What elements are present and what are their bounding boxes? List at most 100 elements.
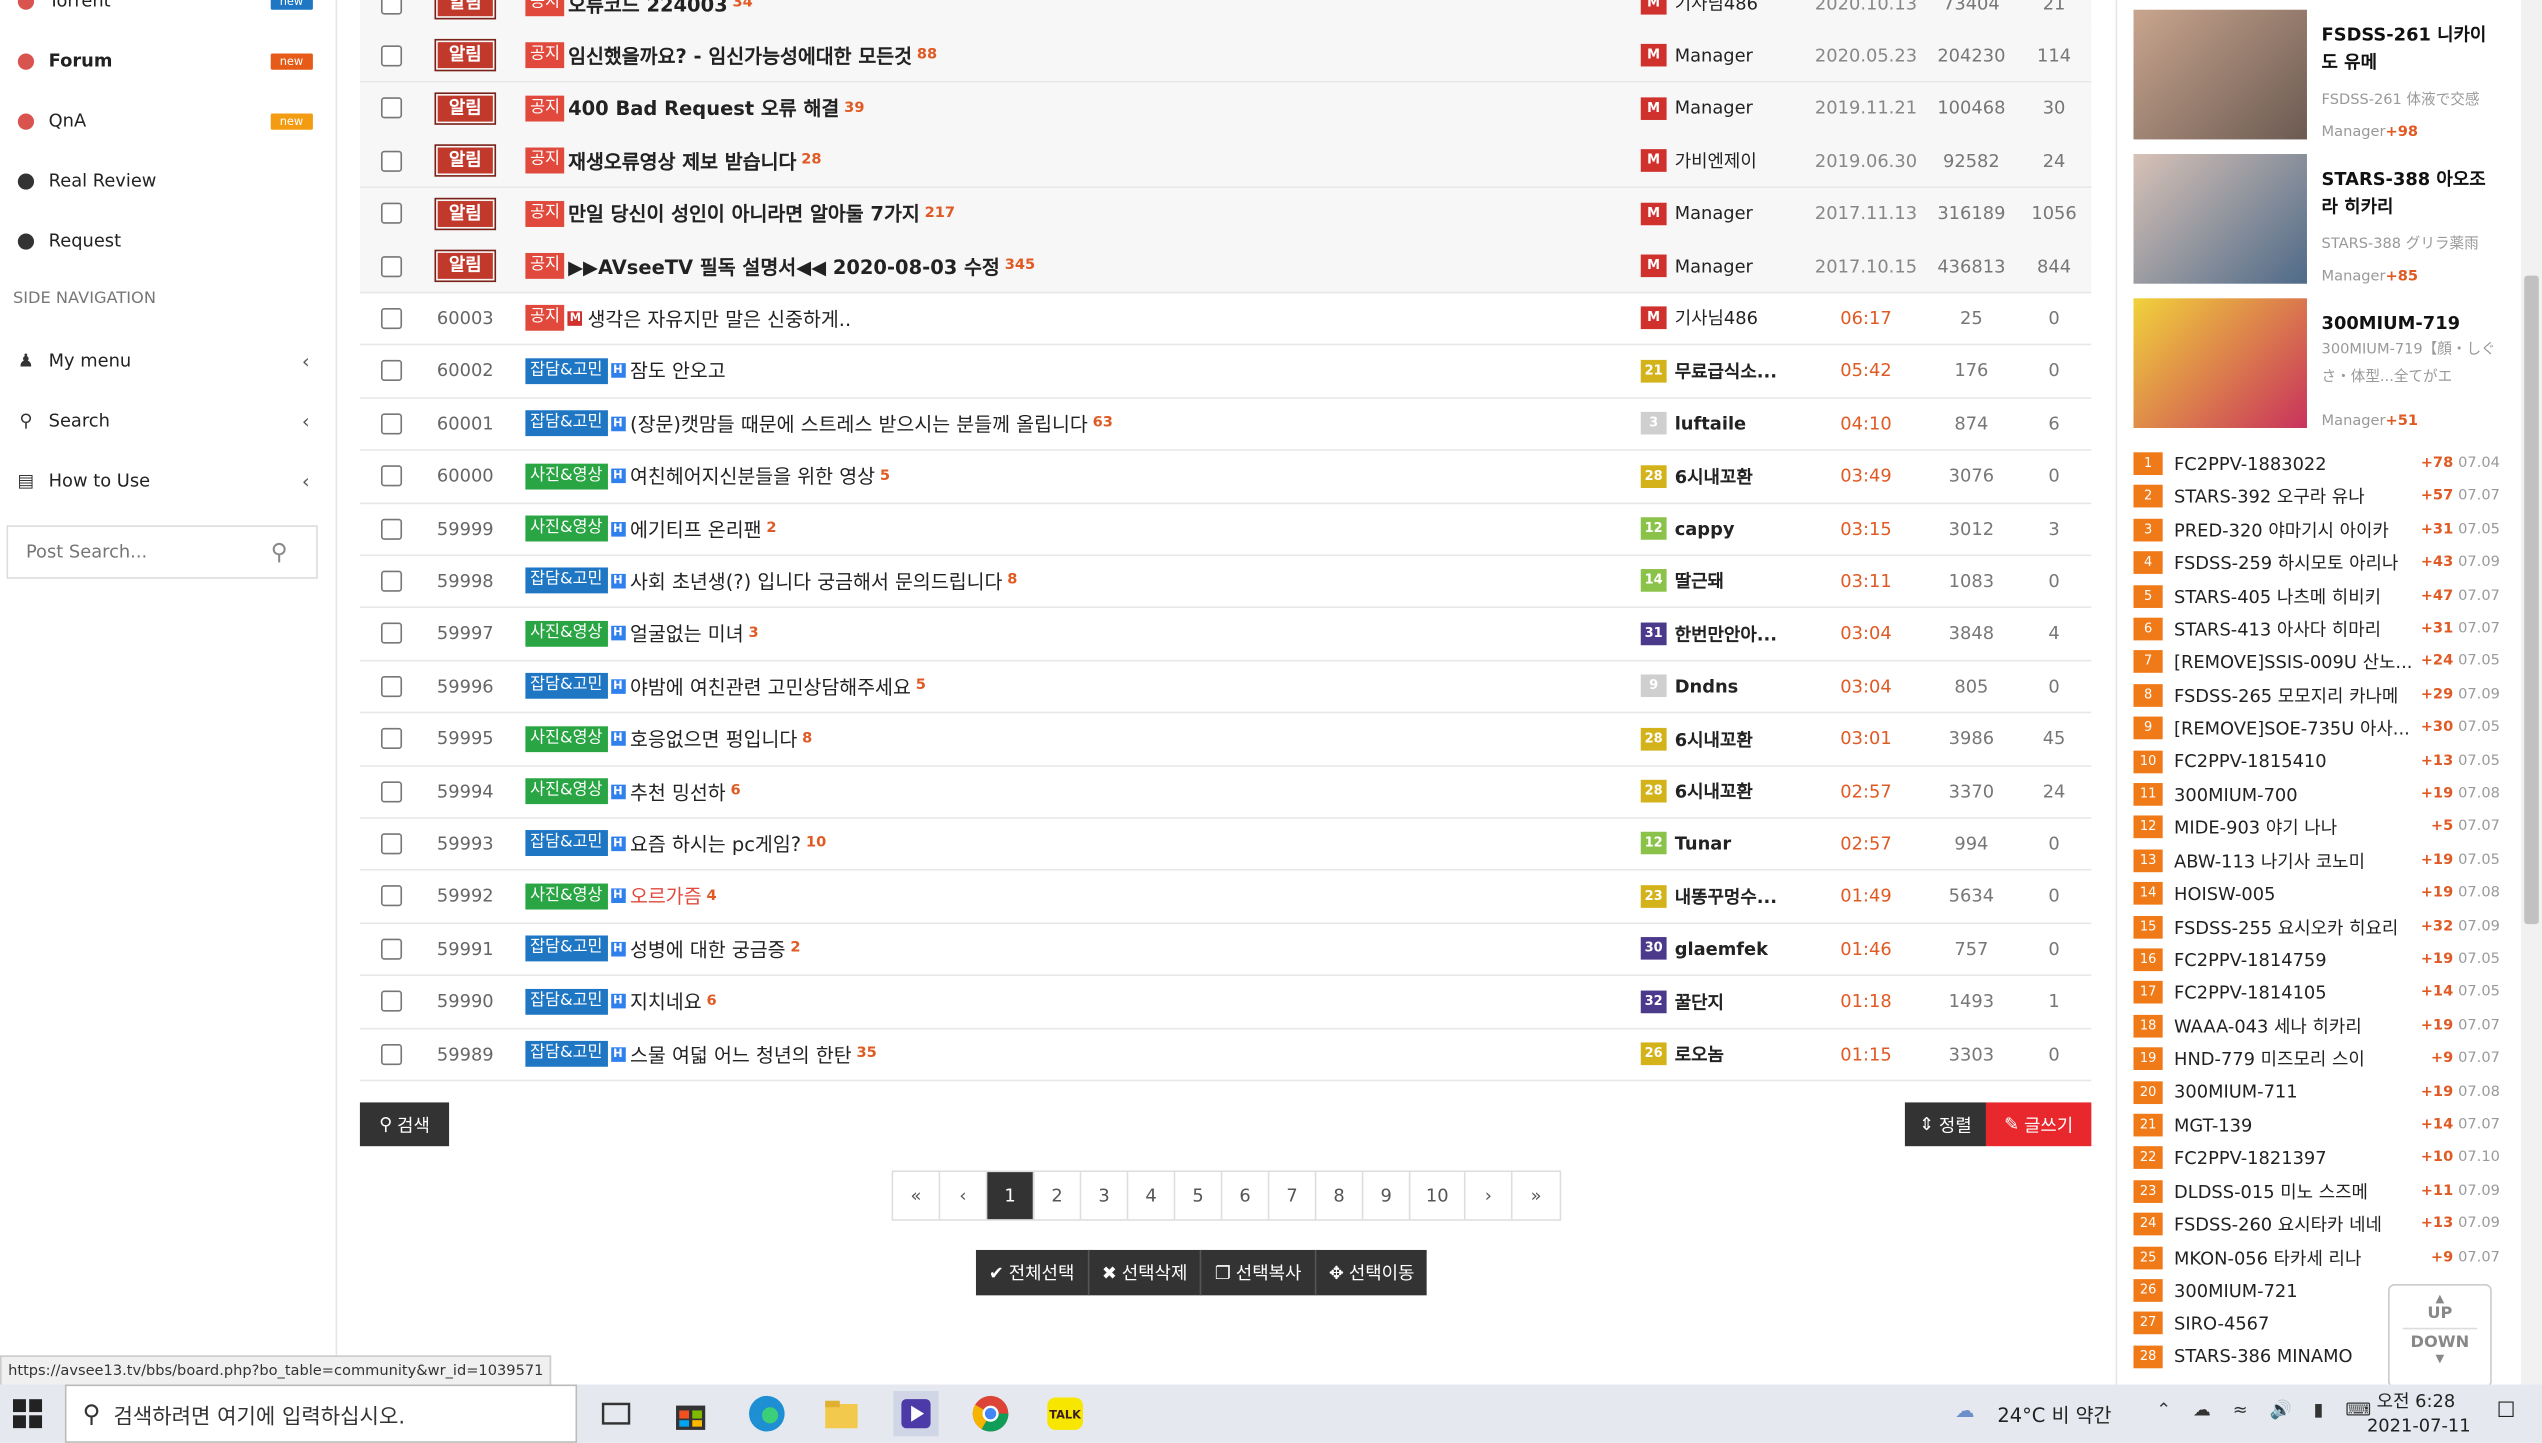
rank-title[interactable]: FC2PPV-1814105 [2174,982,2416,1003]
ranking-item[interactable]: 24 FSDSS-260 요시타카 네네 +13 07.09 [2133,1208,2500,1240]
weather-text[interactable]: 24°C 비 약간 [1997,1401,2111,1429]
post-subject[interactable]: 추천 밍선하 [630,777,726,805]
author[interactable]: M 가비엔제이 [1640,148,1811,174]
row-checkbox[interactable] [380,990,403,1012]
post-title[interactable]: 사진&영상 H 추천 밍선하 6 [525,777,1605,805]
row-checkbox[interactable] [380,780,403,802]
page-1-button[interactable]: 1 [987,1172,1035,1220]
taskbar-search-box[interactable]: ⚲ 검색하려면 여기에 입력하십시오. [64,1384,578,1443]
author[interactable]: M Manager [1640,201,1811,225]
post-title[interactable]: 잡담&고민 H 지치네요 6 [525,987,1605,1015]
select-all-button[interactable]: ✔ 전체선택 [976,1249,1089,1296]
row-checkbox[interactable] [380,570,403,592]
rank-title[interactable]: [REMOVE]SOE-735U 아사... [2174,715,2416,741]
page-7-button[interactable]: 7 [1269,1172,1317,1220]
side-nav-how-to-use[interactable]: ▤ How to Use ‹ [0,451,336,511]
table-row[interactable]: 60000 사진&영상 H 여친헤어지신분들을 위한 영상 5 28 6시내꼬환 03:49 3… [359,450,2092,504]
table-row[interactable]: 59998 잡담&고민 H 사회 초년생(?) 입니다 궁금해서 문의드립니다 8 14 딸… [359,555,2092,609]
author[interactable]: 28 6시내꼬환 [1640,726,1811,752]
post-title[interactable]: 공지 만일 당신이 성인이 아니라면 알아둘 7가지 217 [525,200,1605,228]
page-10-button[interactable]: 10 [1410,1172,1466,1220]
post-title[interactable]: 잡담&고민 H (장문)캣맘들 때문에 스트레스 받으시는 분들께 올립니다 63 [525,410,1605,438]
rank-title[interactable]: HND-779 미즈모리 스이 [2174,1046,2426,1072]
author[interactable]: 32 꿀단지 [1640,988,1811,1014]
ranking-item[interactable]: 13 ABW-113 나기사 코노미 +19 07.05 [2133,844,2500,876]
post-subject[interactable]: ▶▶AVseeTV 필독 설명서◀◀ 2020-08-03 수정 [568,252,1000,280]
clock-date[interactable]: 2021-07-11 [2367,1415,2471,1436]
author[interactable]: 31 한번만안아... [1640,621,1811,647]
ranking-item[interactable]: 21 MGT-139 +14 07.07 [2133,1109,2500,1141]
row-checkbox[interactable] [380,45,403,67]
ranking-item[interactable]: 1 FC2PPV-1883022 +78 07.04 [2133,447,2500,479]
rank-title[interactable]: STARS-405 나츠메 히비키 [2174,583,2416,609]
side-nav-my-menu[interactable]: ♟ My menu ‹ [0,331,336,391]
post-title[interactable]: 공지 재생오류영상 제보 받습니다 28 [525,147,1605,175]
ranking-item[interactable]: 12 MIDE-903 야기 나나 +5 07.07 [2133,811,2500,843]
table-row[interactable]: 59990 잡담&고민 H 지치네요 6 32 꿀단지 01:18 1493 1 [359,975,2092,1029]
notification-icon[interactable]: ☐ [2497,1399,2516,1423]
sidebar-item-torrent[interactable]: Torrent new [0,0,336,31]
row-checkbox[interactable] [380,465,403,487]
rank-title[interactable]: FSDSS-265 모모지리 카나메 [2174,682,2416,708]
rank-title[interactable]: ABW-113 나기사 코노미 [2174,848,2416,874]
post-subject[interactable]: (장문)캣맘들 때문에 스트레스 받으시는 분들께 올립니다 [630,410,1088,438]
author[interactable]: 23 내똥꾸멍수... [1640,883,1811,909]
page-3-button[interactable]: 3 [1081,1172,1129,1220]
post-title[interactable]: 사진&영상 H 오르가즘 4 [525,882,1605,910]
table-row[interactable]: 59999 사진&영상 H 에기티프 온리팬 2 12 cappy 03:15 3012 3 [359,503,2092,557]
sort-button[interactable]: ⇕ 정렬 [1904,1102,1986,1147]
search-icon[interactable]: ⚲ [271,539,303,565]
ranking-item[interactable]: 15 FSDSS-255 요시오카 히요리 +32 07.09 [2133,910,2500,942]
prev-page-button[interactable]: ‹ [940,1172,988,1220]
row-checkbox[interactable] [380,675,403,697]
ranking-item[interactable]: 25 MKON-056 타카세 리나 +9 07.07 [2133,1241,2500,1273]
rank-title[interactable]: FC2PPV-1815410 [2174,751,2416,772]
table-row[interactable]: 59994 사진&영상 H 추천 밍선하 6 28 6시내꼬환 02:57 3370 24 [359,765,2092,819]
rank-title[interactable]: MKON-056 타카세 리나 [2174,1244,2426,1270]
row-checkbox[interactable] [380,938,403,960]
post-subject[interactable]: 야밤에 여친관련 고민상담해주세요 [630,672,911,700]
rank-title[interactable]: FSDSS-260 요시타카 네네 [2174,1211,2416,1237]
table-row[interactable]: 59997 사진&영상 H 얼굴없는 미녀 3 31 한번만안아... 03:04 3848 4 [359,608,2092,662]
move-selected-button[interactable]: ✥ 선택이동 [1316,1250,1427,1295]
ranking-item[interactable]: 10 FC2PPV-1815410 +13 07.05 [2133,745,2500,777]
author[interactable]: 26 로오놈 [1640,1041,1811,1067]
rank-title[interactable]: PRED-320 야마기시 아이카 [2174,517,2416,543]
ranking-item[interactable]: 9 [REMOVE]SOE-735U 아사... +30 07.05 [2133,712,2500,744]
author[interactable]: 14 딸근돼 [1640,568,1811,594]
row-checkbox[interactable] [380,0,403,14]
ranking-item[interactable]: 8 FSDSS-265 모모지리 카나메 +29 07.09 [2133,679,2500,711]
post-subject[interactable]: 성병에 대한 궁금증 [630,935,786,963]
table-row[interactable]: 59993 잡담&고민 H 요즘 하시는 pc게임? 10 12 Tunar 02:57 994… [359,818,2092,872]
author[interactable]: 3 luftaile [1640,412,1811,435]
author[interactable]: M 기사님486 [1640,305,1811,331]
author[interactable]: 9 Dndns [1640,674,1811,698]
rank-title[interactable]: 300MIUM-711 [2174,1081,2416,1102]
notice-row[interactable]: 알림 공지 재생오류영상 제보 받습니다 28 M 가비엔제이 2019.06.30 9258… [359,134,2092,189]
post-title[interactable]: 공지 M 생각은 자유지만 말은 신중하게.. [525,305,1605,333]
page-8-button[interactable]: 8 [1316,1172,1364,1220]
post-subject[interactable]: 오류코드 224003 [568,0,728,17]
post-subject[interactable]: 재생오류영상 제보 받습니다 [568,147,796,175]
page-2-button[interactable]: 2 [1034,1172,1082,1220]
table-row[interactable]: 60001 잡담&고민 H (장문)캣맘들 때문에 스트레스 받으시는 분들께 올립니… [359,397,2092,451]
post-title[interactable]: 사진&영상 H 에기티프 온리팬 2 [525,515,1605,543]
post-title[interactable]: 사진&영상 H 여친헤어지신분들을 위한 영상 5 [525,462,1605,490]
post-subject[interactable]: 사회 초년생(?) 입니다 궁금해서 문의드립니다 [630,567,1002,595]
table-row[interactable]: 59992 사진&영상 H 오르가즘 4 23 내똥꾸멍수... 01:49 5634 0 [359,870,2092,924]
edge-browser-icon[interactable] [744,1391,789,1436]
post-title[interactable]: 공지 400 Bad Request 오류 해결 39 [525,95,1605,123]
post-title[interactable]: 잡담&고민 H 야밤에 여친관련 고민상담해주세요 5 [525,672,1605,700]
post-search-input[interactable] [8,539,271,565]
file-explorer-icon[interactable] [819,1391,864,1436]
rank-title[interactable]: FC2PPV-1821397 [2174,1148,2416,1169]
post-subject[interactable]: 요즘 하시는 pc게임? [630,830,801,858]
rank-title[interactable]: FC2PPV-1814759 [2174,949,2416,970]
post-title[interactable]: 잡담&고민 H 사회 초년생(?) 입니다 궁금해서 문의드립니다 8 [525,567,1605,595]
ranking-item[interactable]: 11 300MIUM-700 +19 07.08 [2133,778,2500,810]
tray-icons[interactable]: ⌃ ☁ ≈ 🔊 ▮ ⌨ [2156,1399,2379,1420]
notice-row[interactable]: 알림 공지 ▶▶AVseeTV 필독 설명서◀◀ 2020-08-03 수정 345 M… [359,239,2092,294]
write-button[interactable]: ✎ 글쓰기 [1985,1102,2092,1147]
sidebar-item-qna[interactable]: QnA new [0,91,336,151]
row-checkbox[interactable] [380,623,403,645]
